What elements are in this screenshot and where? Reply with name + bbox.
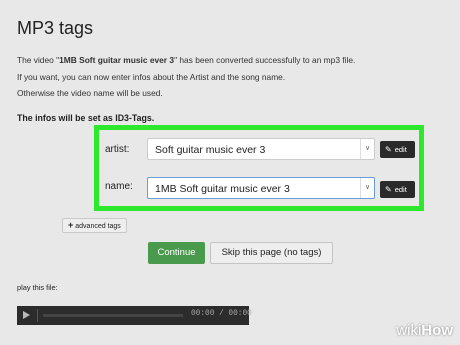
intro-line-1: The video "1MB Soft guitar music ever 3"… (17, 55, 355, 65)
watermark-how: How (421, 322, 453, 339)
chevron-down-icon: ∨ (360, 139, 374, 159)
play-file-label: play this file: (17, 283, 58, 292)
artist-label: artist: (105, 144, 130, 155)
pencil-icon: ✎ (385, 145, 392, 154)
play-icon[interactable] (23, 311, 30, 319)
audio-player: 00:00 / 00:00 (17, 306, 252, 325)
name-edit-label: edit (394, 185, 407, 194)
intro-line-3: Otherwise the video name will be used. (17, 88, 163, 98)
watermark-wiki: wiki (396, 322, 422, 339)
continue-button[interactable]: Continue (148, 242, 205, 264)
artist-edit-button[interactable]: ✎ edit (380, 141, 415, 158)
player-divider (37, 309, 38, 322)
advanced-tags-button[interactable]: + advanced tags (62, 218, 127, 233)
artist-select-value: Soft guitar music ever 3 (155, 144, 266, 156)
intro-line-2: If you want, you can now enter infos abo… (17, 72, 286, 82)
advanced-tags-label: advanced tags (75, 223, 121, 230)
plus-icon: + (68, 220, 74, 230)
artist-edit-label: edit (394, 145, 407, 154)
name-edit-button[interactable]: ✎ edit (380, 181, 415, 198)
time-readout: 00:00 / 00:00 (191, 310, 252, 318)
seek-bar[interactable] (43, 314, 183, 317)
name-select[interactable]: 1MB Soft guitar music ever 3 ∨ (147, 177, 375, 199)
wikihow-watermark: wikiHow (396, 322, 453, 339)
intro-line-1-post: " has been converted successfully to an … (174, 55, 356, 65)
chevron-down-icon: ∨ (360, 178, 374, 198)
skip-button[interactable]: Skip this page (no tags) (210, 242, 333, 264)
artist-select[interactable]: Soft guitar music ever 3 ∨ (147, 138, 375, 160)
name-label: name: (105, 181, 133, 192)
pencil-icon: ✎ (385, 185, 392, 194)
video-name: 1MB Soft guitar music ever 3 (59, 55, 175, 65)
name-select-value: 1MB Soft guitar music ever 3 (155, 183, 290, 195)
page-title: MP3 tags (17, 18, 94, 38)
intro-line-1-pre: The video " (17, 55, 60, 65)
id3-section-label: The infos will be set as ID3-Tags. (17, 113, 155, 123)
